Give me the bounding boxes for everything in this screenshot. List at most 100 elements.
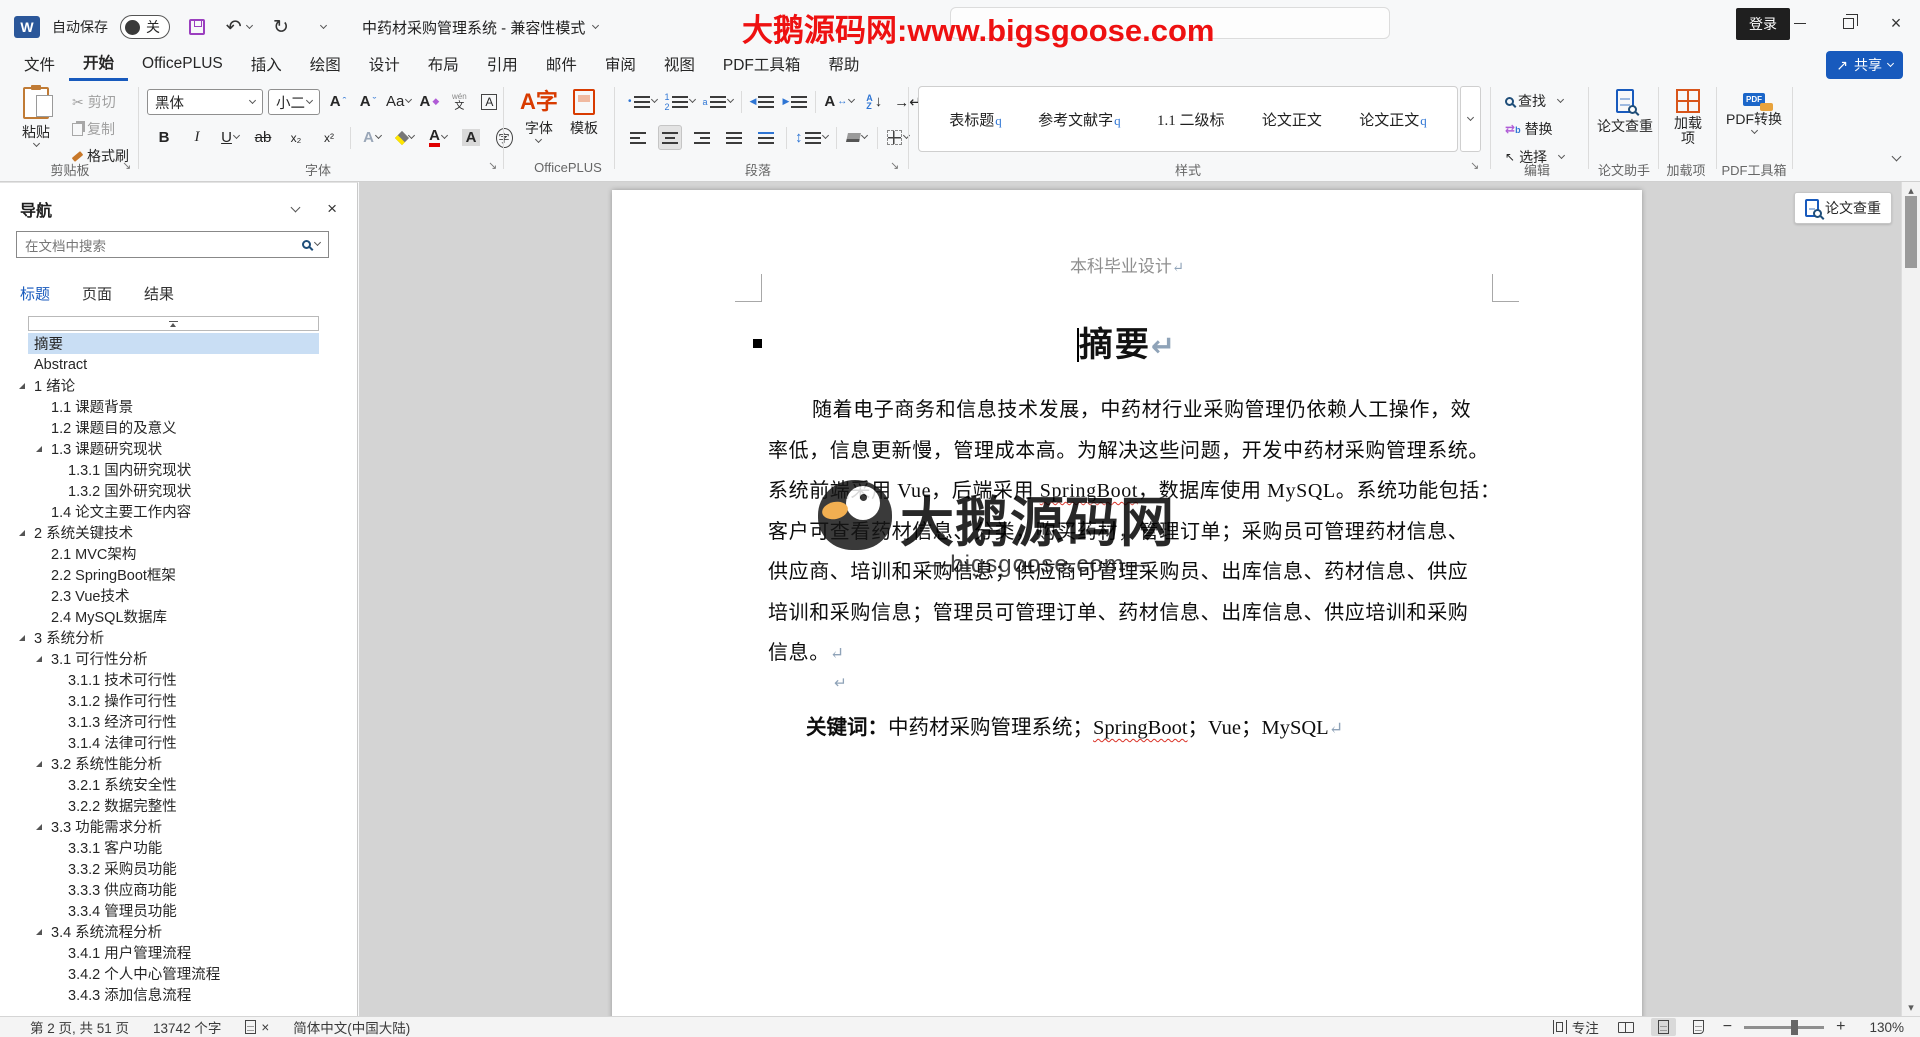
undo-button[interactable]: ↶ bbox=[224, 11, 254, 43]
outline-item[interactable]: 摘要 bbox=[28, 333, 319, 354]
document-search-input[interactable]: 在文档中搜索 bbox=[16, 231, 329, 258]
chevron-down-icon[interactable] bbox=[592, 21, 599, 28]
align-center-button[interactable] bbox=[658, 125, 682, 150]
outline-item[interactable]: 2.3 Vue技术 bbox=[0, 585, 327, 606]
navigation-tab-结果[interactable]: 结果 bbox=[144, 283, 174, 304]
close-button[interactable]: × bbox=[1872, 0, 1920, 46]
body-line[interactable]: 系统前端采用 Vue，后端采用 SpringBoot，数据库使用 MySQL。系… bbox=[768, 471, 1496, 512]
redo-button[interactable]: ↻ bbox=[266, 11, 296, 43]
collapse-ribbon-button[interactable] bbox=[1892, 152, 1902, 162]
copy-button[interactable]: 复制 bbox=[72, 117, 129, 141]
outline-item[interactable]: 3.3.1 客户功能 bbox=[0, 837, 327, 858]
line-spacing-button[interactable]: ↕ bbox=[795, 125, 828, 150]
align-left-button[interactable] bbox=[626, 125, 650, 150]
find-button[interactable]: 查找 bbox=[1505, 89, 1564, 113]
document-heading[interactable]: 摘要↵ bbox=[612, 317, 1642, 366]
ribbon-tab-布局[interactable]: 布局 bbox=[414, 47, 473, 81]
vertical-scrollbar[interactable]: ▴ ▾ bbox=[1901, 182, 1920, 1016]
shrink-font-button[interactable]: Aˇ bbox=[356, 89, 380, 114]
outline-item[interactable]: 3.1.1 技术可行性 bbox=[0, 669, 327, 690]
thesis-check-button[interactable]: 论文查重 bbox=[1596, 89, 1654, 136]
ribbon-tab-文件[interactable]: 文件 bbox=[10, 47, 69, 81]
strikethrough-button[interactable]: ab bbox=[251, 125, 275, 150]
ribbon-tab-插入[interactable]: 插入 bbox=[237, 47, 296, 81]
outline-item[interactable]: 1.3.2 国外研究现状 bbox=[0, 480, 327, 501]
outline-item[interactable]: 3.1.4 法律可行性 bbox=[0, 732, 327, 753]
keywords-line[interactable]: 关键词：中药材采购管理系统；SpringBoot；Vue；MySQL↵ bbox=[806, 710, 1343, 740]
bullet-list-button[interactable]: • bbox=[628, 89, 657, 114]
style-item[interactable]: 1.1 二级标 bbox=[1157, 109, 1226, 130]
font-color-button[interactable]: A bbox=[426, 125, 450, 150]
collapse-triangle-icon[interactable] bbox=[36, 824, 42, 830]
ribbon-tab-引用[interactable]: 引用 bbox=[473, 47, 532, 81]
collapse-triangle-icon[interactable] bbox=[36, 929, 42, 935]
body-line[interactable]: 率低，信息更新慢，管理成本高。为解决这些问题，开发中药材采购管理系统。 bbox=[768, 431, 1496, 472]
outline-item[interactable]: 3.3.2 采购员功能 bbox=[0, 858, 327, 879]
focus-mode-button[interactable]: 专注 bbox=[1541, 1017, 1611, 1037]
body-line[interactable]: 客户可查看药材信息、分类，购买药材，管理订单；采购员可管理药材信息、 bbox=[768, 512, 1496, 553]
navigation-tab-标题[interactable]: 标题 bbox=[20, 283, 50, 304]
collapse-triangle-icon[interactable] bbox=[19, 383, 25, 389]
style-item[interactable]: 表标题q bbox=[949, 109, 1002, 130]
outline-item[interactable]: 1.2 课题目的及意义 bbox=[0, 417, 327, 438]
collapse-triangle-icon[interactable] bbox=[19, 530, 25, 536]
ribbon-tab-开始[interactable]: 开始 bbox=[69, 47, 128, 81]
clipboard-dialog-launcher[interactable]: ↘ bbox=[122, 159, 131, 172]
outline-item[interactable]: 3.2 系统性能分析 bbox=[0, 753, 327, 774]
styles-dialog-launcher[interactable]: ↘ bbox=[1470, 159, 1479, 172]
distribute-button[interactable] bbox=[754, 125, 778, 150]
outline-item[interactable]: 3.2.2 数据完整性 bbox=[0, 795, 327, 816]
web-layout-button[interactable] bbox=[1686, 1018, 1711, 1036]
share-button[interactable]: ↗ 共享 bbox=[1826, 51, 1903, 79]
print-layout-button[interactable] bbox=[1651, 1018, 1676, 1036]
outline-item[interactable]: 2.1 MVC架构 bbox=[0, 543, 327, 564]
scroll-down-icon[interactable]: ▾ bbox=[1902, 1001, 1920, 1014]
word-app-icon[interactable]: W bbox=[14, 16, 40, 38]
ribbon-tab-OfficePLUS[interactable]: OfficePLUS bbox=[128, 47, 237, 81]
collapse-triangle-icon[interactable] bbox=[36, 761, 42, 767]
close-pane-button[interactable]: × bbox=[327, 199, 337, 219]
ribbon-tab-审阅[interactable]: 审阅 bbox=[591, 47, 650, 81]
outline-item[interactable]: 3.3.4 管理员功能 bbox=[0, 900, 327, 921]
justify-button[interactable] bbox=[722, 125, 746, 150]
asian-layout-button[interactable]: A↔ bbox=[824, 89, 854, 114]
ribbon-tab-设计[interactable]: 设计 bbox=[355, 47, 414, 81]
body-paragraph[interactable]: 随着电子商务和信息技术发展，中药材行业采购管理仍依赖人工操作，效率低，信息更新慢… bbox=[768, 390, 1496, 674]
phonetic-guide-button[interactable]: wén文 bbox=[447, 89, 471, 114]
document-page[interactable]: 本科毕业设计↵ 摘要↵ 随着电子商务和信息技术发展，中药材行业采购管理仍依赖人工… bbox=[612, 190, 1642, 1016]
read-mode-button[interactable] bbox=[1611, 1018, 1641, 1036]
numbered-list-button[interactable]: 12 bbox=[665, 89, 695, 114]
scroll-to-top-button[interactable] bbox=[28, 316, 319, 331]
outline-item[interactable]: 2.4 MySQL数据库 bbox=[0, 606, 327, 627]
zoom-level[interactable]: 130% bbox=[1857, 1017, 1920, 1037]
zoom-slider[interactable] bbox=[1744, 1026, 1824, 1029]
outline-item[interactable]: 3.4 系统流程分析 bbox=[0, 921, 327, 942]
ribbon-tab-视图[interactable]: 视图 bbox=[650, 47, 709, 81]
word-count[interactable]: 13742 个字 bbox=[141, 1017, 233, 1037]
italic-button[interactable]: I bbox=[185, 125, 209, 150]
outline-item[interactable]: 3.3.3 供应商功能 bbox=[0, 879, 327, 900]
body-line[interactable]: 培训和采购信息；管理员可管理订单、药材信息、出库信息、供应培训和采购 bbox=[768, 593, 1496, 634]
style-item[interactable]: 论文正文q bbox=[1359, 109, 1427, 130]
zoom-in-button[interactable]: + bbox=[1824, 1017, 1857, 1037]
character-border-button[interactable]: A bbox=[477, 89, 501, 114]
language-indicator[interactable]: 简体中文(中国大陆) bbox=[281, 1017, 422, 1037]
outline-item[interactable]: 3.4.3 添加信息流程 bbox=[0, 984, 327, 1005]
multilevel-list-button[interactable]: a bbox=[703, 89, 733, 114]
font-size-combo[interactable]: 小二 bbox=[268, 89, 320, 115]
outline-item[interactable]: 1.3 课题研究现状 bbox=[0, 438, 327, 459]
style-item[interactable]: 参考文献字q bbox=[1038, 109, 1121, 130]
collapse-triangle-icon[interactable] bbox=[19, 635, 25, 641]
outline-item[interactable]: 1.1 课题背景 bbox=[0, 396, 327, 417]
body-line[interactable]: 信息。↵ bbox=[768, 633, 1496, 674]
ribbon-tab-绘图[interactable]: 绘图 bbox=[296, 47, 355, 81]
proofing-status-button[interactable]: × bbox=[233, 1017, 281, 1037]
character-shading-button[interactable]: A bbox=[459, 125, 483, 150]
body-line[interactable]: 随着电子商务和信息技术发展，中药材行业采购管理仍依赖人工操作，效 bbox=[768, 390, 1496, 431]
outline-item[interactable]: 2.2 SpringBoot框架 bbox=[0, 564, 327, 585]
outline-item[interactable]: 3.4.2 个人中心管理流程 bbox=[0, 963, 327, 984]
autosave-toggle[interactable]: 关 bbox=[120, 15, 170, 39]
outline-item[interactable]: 3.1.2 操作可行性 bbox=[0, 690, 327, 711]
superscript-button[interactable]: x² bbox=[317, 125, 341, 150]
ribbon-tab-帮助[interactable]: 帮助 bbox=[814, 47, 873, 81]
